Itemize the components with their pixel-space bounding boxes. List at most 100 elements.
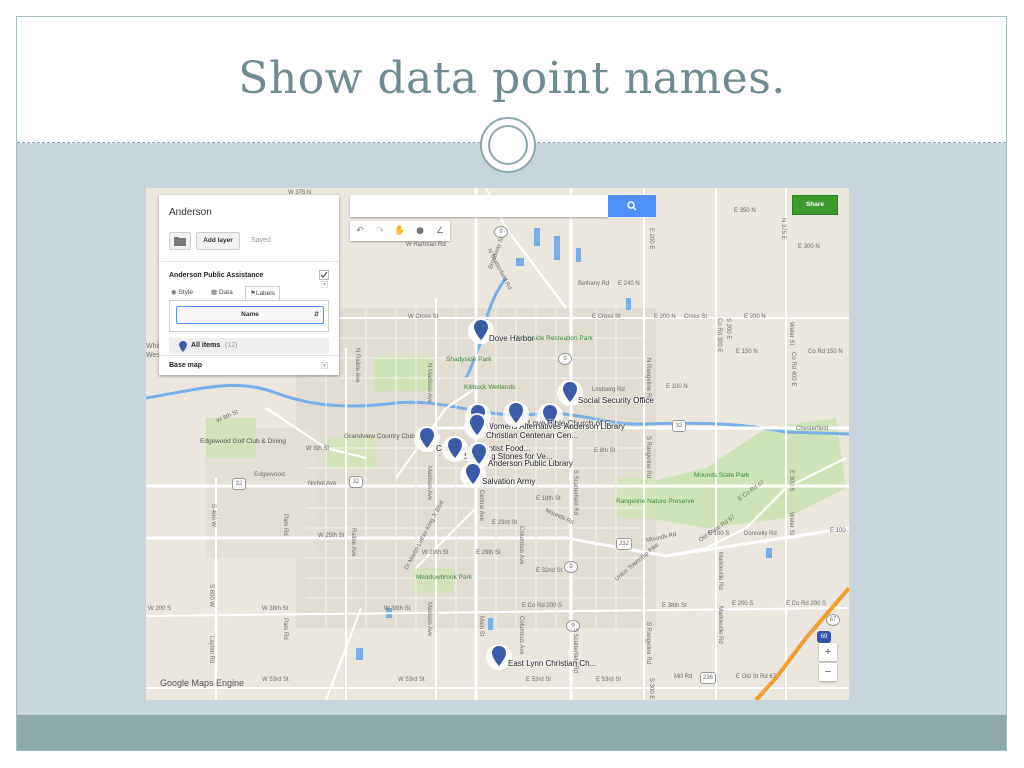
- base-map-label[interactable]: Base map: [169, 362, 202, 369]
- street-label: E 200 S: [732, 601, 754, 607]
- map-marker-icon: [179, 341, 187, 352]
- search-input[interactable]: [350, 195, 608, 217]
- folder-button[interactable]: [169, 232, 191, 250]
- street-label: E 8th St: [594, 448, 616, 454]
- street-label: E 53rd St: [526, 677, 552, 683]
- street-label: S 400 W: [210, 504, 216, 528]
- tab-data[interactable]: ▦ Data: [211, 286, 233, 300]
- street-label: N Rangeline Rd: [645, 358, 651, 401]
- map-marker-icon[interactable]: [503, 401, 529, 427]
- marker-label: Salvation Army: [482, 477, 536, 486]
- marker-icon[interactable]: ●: [410, 221, 430, 241]
- route-shield: 32: [349, 476, 363, 488]
- route-shield: 9: [564, 561, 578, 573]
- street-label: E 18th St: [536, 496, 561, 502]
- street-label: W 200 S: [148, 606, 172, 612]
- share-button[interactable]: Share: [792, 195, 838, 215]
- tab-labels[interactable]: ⚑Labels: [245, 286, 280, 300]
- line-icon[interactable]: ∠: [430, 221, 450, 241]
- all-items-row[interactable]: All items (12): [169, 338, 329, 354]
- label-field-select[interactable]: Name ⇵: [176, 306, 324, 324]
- search-icon: [627, 201, 637, 211]
- place-label: Rangeline Nature Preserve: [616, 498, 695, 505]
- street-label: E 29th St: [476, 550, 501, 556]
- grid-icon: ▦: [211, 289, 218, 296]
- street-label: E 32nd St: [536, 568, 563, 574]
- saved-status: Saved: [251, 237, 271, 244]
- footer-band: [17, 715, 1006, 750]
- map-attribution: Google Maps Engine: [160, 678, 245, 688]
- place-label: Chesterfield: [796, 426, 829, 432]
- place-label: Edgewood Golf Club & Dining: [200, 438, 286, 445]
- layer-panel: Anderson Add layer Saved Anderson Public…: [159, 195, 339, 375]
- street-label: Madison Ave: [426, 602, 432, 637]
- street-label: Co Rd 400 E: [790, 352, 796, 387]
- redo-icon[interactable]: ↷: [370, 221, 390, 241]
- street-label: Main St: [478, 616, 484, 637]
- street-label: Columbus Ave: [518, 616, 524, 655]
- street-label: W 53rd St: [262, 677, 289, 683]
- check-icon: [320, 271, 328, 278]
- route-shield: 9: [558, 353, 572, 365]
- street-label: E 240 N: [618, 281, 640, 287]
- zoom-out-button[interactable]: −: [819, 663, 837, 681]
- select-value: Name: [241, 311, 259, 318]
- street-label: E 100: [830, 528, 846, 534]
- street-label: S 200 E: [725, 318, 731, 340]
- street-label: Park Rd: [282, 514, 288, 536]
- street-label: N Raible Ave: [354, 348, 360, 383]
- street-label: Columbus Ave: [518, 526, 524, 565]
- street-label: Co Rd 150 N: [808, 349, 843, 355]
- street-label: Lindberg Rd: [592, 387, 625, 393]
- place-label: Meadowbrook Park: [416, 574, 472, 581]
- tab-label: Data: [218, 289, 233, 296]
- place-label: Whit: [146, 343, 160, 350]
- drawing-toolbar: ↶ ↷ ✋ ● ∠: [350, 221, 450, 241]
- chevron-down-icon[interactable]: ▼: [321, 281, 328, 288]
- street-label: Nichol Ave: [308, 481, 337, 487]
- map-title[interactable]: Anderson: [169, 207, 212, 218]
- street-label: S 600 W: [208, 584, 214, 608]
- place-label: Grandview Country Club: [344, 433, 415, 440]
- place-label: Shadyside Park: [446, 356, 492, 363]
- street-label: W 29th St: [422, 550, 449, 556]
- street-label: W 25th St: [318, 533, 345, 539]
- route-shield: 236: [700, 672, 716, 684]
- map-screenshot[interactable]: 9 9 9 9 32 32 32 232 236 67 69 Shadyside…: [146, 188, 849, 700]
- street-label: W 38th St: [384, 606, 411, 612]
- all-items-count: (12): [225, 342, 238, 349]
- add-layer-button[interactable]: Add layer: [196, 232, 240, 250]
- street-label: W Hartman Rd: [406, 242, 446, 248]
- street-label: E 100 N: [666, 384, 688, 390]
- street-label: W 38th St: [262, 606, 289, 612]
- street-label: Layton Rd: [208, 636, 214, 664]
- search-button[interactable]: [608, 195, 656, 217]
- street-label: E 200 N: [744, 314, 766, 320]
- street-label: Central Ave: [478, 490, 484, 521]
- hand-icon[interactable]: ✋: [390, 221, 410, 241]
- street-label: E 300 S: [788, 470, 794, 492]
- street-label: Markleville Rd: [717, 552, 723, 590]
- route-shield: 67: [826, 614, 840, 626]
- marker-label: Womens Alternatives Inc.: [486, 422, 577, 431]
- chevron-down-icon[interactable]: ▼: [321, 362, 328, 369]
- layer-visibility-checkbox[interactable]: [319, 270, 329, 280]
- panel-divider: [159, 261, 339, 262]
- street-label: S Scatterfield Rd: [572, 470, 578, 516]
- marker-label: Social Security Office: [578, 396, 654, 405]
- interstate-shield-icon: 69: [817, 631, 831, 643]
- paint-icon: ◉: [171, 289, 177, 296]
- street-label: E Co Rd 200 S: [786, 601, 827, 607]
- undo-icon[interactable]: ↶: [350, 221, 370, 241]
- marker-label: Anderson Public Library: [488, 459, 573, 468]
- tab-label: Style: [178, 289, 193, 296]
- tab-style[interactable]: ◉ Style: [171, 286, 193, 300]
- street-label: S 300 E: [648, 678, 654, 700]
- zoom-in-button[interactable]: +: [819, 643, 837, 661]
- street-label: N Madison Ave: [426, 363, 432, 404]
- street-label: E Co Rd 200 S: [522, 603, 563, 609]
- street-label: W Cross St: [408, 314, 439, 320]
- folder-icon: [174, 237, 186, 246]
- street-label: Co Rd 300 E: [716, 318, 722, 353]
- layer-name[interactable]: Anderson Public Assistance: [169, 272, 263, 279]
